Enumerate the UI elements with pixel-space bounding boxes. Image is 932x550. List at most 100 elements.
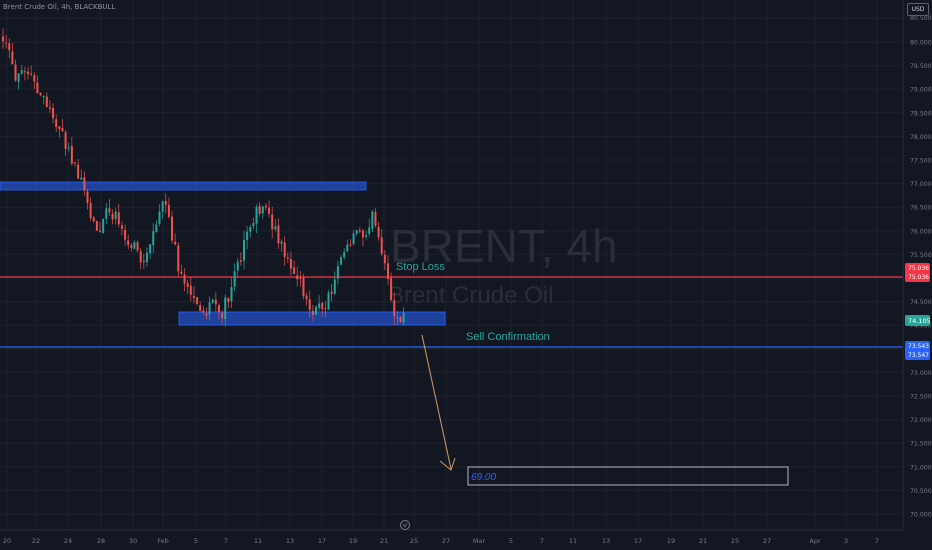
candle-body <box>393 299 396 317</box>
candle-body <box>171 216 174 241</box>
currency-button[interactable]: USD <box>907 3 929 16</box>
time-tick-label: 27 <box>442 537 450 545</box>
candle-body <box>390 277 393 300</box>
candle-body <box>280 241 283 244</box>
candle-body <box>67 147 70 149</box>
candle-body <box>343 252 346 258</box>
watermark-subtitle: Brent Crude Oil <box>388 282 553 309</box>
candle-body <box>27 71 30 75</box>
resistance-zone[interactable] <box>0 181 367 191</box>
candle-body <box>336 266 339 279</box>
candle-body <box>333 279 336 294</box>
candle-body <box>311 310 314 315</box>
candle-body <box>136 242 139 251</box>
candle-body <box>80 177 83 180</box>
price-tick-label: 75.500 <box>910 252 932 259</box>
candle-body <box>89 203 92 219</box>
candle-body <box>36 82 39 94</box>
candle-body <box>180 271 183 274</box>
price-chart[interactable]: BRENT, 4h Brent Crude Oil Stop Loss Sell… <box>0 0 932 550</box>
candle-body <box>105 208 108 219</box>
candle-body <box>155 224 158 233</box>
time-tick-label: Mar <box>473 537 486 545</box>
candle-body <box>233 271 236 287</box>
candle-body <box>83 177 86 191</box>
candle-body <box>99 230 102 232</box>
candle-body <box>64 132 67 150</box>
candle-body <box>77 164 80 179</box>
sell-confirmation-label: Sell Confirmation <box>466 331 550 343</box>
candle-body <box>42 96 45 98</box>
candle-body <box>5 42 8 44</box>
candle-body <box>299 278 302 280</box>
target-box[interactable] <box>467 466 789 486</box>
price-tick-label: 77.000 <box>910 181 932 188</box>
price-tick-label: 74.500 <box>910 299 932 306</box>
time-tick-label: 25 <box>731 537 739 545</box>
candle-body <box>258 206 261 214</box>
candle-body <box>321 303 324 310</box>
candle-body <box>205 313 208 316</box>
time-tick-label: Feb <box>157 537 169 545</box>
candle-body <box>230 287 233 302</box>
candle-body <box>349 244 352 246</box>
candle-body <box>14 64 17 81</box>
price-tick-label: 72.500 <box>910 394 932 401</box>
candle-body <box>374 211 377 226</box>
time-tick-label: 7 <box>224 537 228 545</box>
time-tick-label: 22 <box>32 537 40 545</box>
time-tick-label: 13 <box>602 537 610 545</box>
candle-body <box>142 260 145 262</box>
candle-body <box>70 146 73 164</box>
candle-body <box>227 298 230 302</box>
candle-body <box>264 205 267 208</box>
price-tick-label: 80.000 <box>910 40 932 47</box>
candle-body <box>127 240 130 246</box>
candle-body <box>239 260 242 262</box>
price-tick-label: 79.000 <box>910 87 932 94</box>
price-tick-label: 70.500 <box>910 488 932 495</box>
price-tick-label: 79.500 <box>910 63 932 70</box>
candle-body <box>86 191 89 203</box>
candle-body <box>386 263 389 280</box>
candle-body <box>92 217 95 222</box>
candle-body <box>2 36 4 42</box>
candle-body <box>30 73 33 75</box>
time-tick-label: 17 <box>634 537 642 545</box>
confirmation-price-label-2: 73.547 <box>908 352 929 359</box>
time-axis[interactable]: 20 22 24 28 30 Feb 5 7 11 13 17 19 21 25 27 Mar 5 7 11 13 17… <box>3 537 879 545</box>
price-tick-label: 73.000 <box>910 370 932 377</box>
candle-body <box>183 274 186 284</box>
candle-body <box>48 107 51 109</box>
candle-body <box>361 230 364 238</box>
candle-body <box>296 275 299 280</box>
time-tick-label: 30 <box>129 537 137 545</box>
candle-body <box>293 267 296 274</box>
time-tick-label: 21 <box>380 537 388 545</box>
candle-body <box>214 299 217 305</box>
price-tick-label: 72.000 <box>910 417 932 424</box>
price-tick-label: 78.500 <box>910 110 932 117</box>
candle-body <box>161 201 164 212</box>
projection-arrow[interactable] <box>421 334 452 470</box>
candle-body <box>221 312 224 319</box>
candle-body <box>327 292 330 310</box>
price-tick-label: 71.500 <box>910 441 932 448</box>
candle-body <box>249 227 252 232</box>
candle-body <box>167 204 170 217</box>
candle-body <box>371 211 374 229</box>
candle-body <box>61 127 64 132</box>
candle-body <box>55 119 58 127</box>
session-icon[interactable] <box>400 520 410 530</box>
candle-body <box>149 244 152 254</box>
candle-body <box>52 108 55 119</box>
time-tick-label: 20 <box>3 537 11 545</box>
symbol-label[interactable]: Brent Crude Oil, 4h, BLACKBULL <box>3 3 115 11</box>
candle-body <box>330 291 333 294</box>
candle-body <box>23 71 26 73</box>
price-tick-label: 71.000 <box>910 464 932 471</box>
time-tick-label: 25 <box>410 537 418 545</box>
candle-body <box>368 227 371 234</box>
candle-body <box>164 200 167 205</box>
candle-body <box>158 211 161 224</box>
